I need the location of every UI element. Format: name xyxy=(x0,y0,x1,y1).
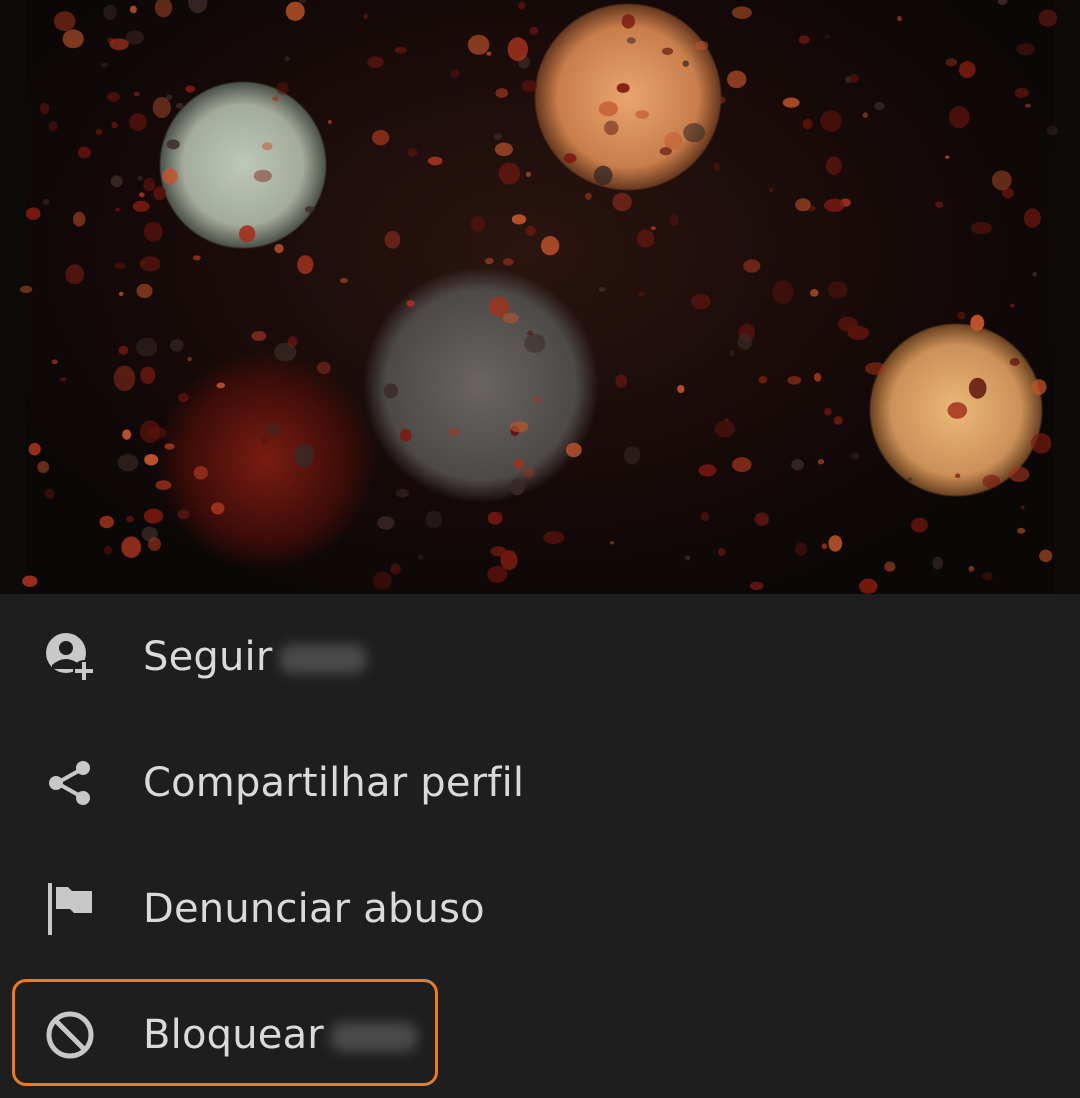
menu-item-share-profile[interactable]: Compartilhar perfil xyxy=(0,720,1080,846)
profile-options-sheet: Seguir Compartilhar perfil Denunciar abu… xyxy=(0,594,1080,1098)
redacted-username xyxy=(329,1022,418,1052)
block-icon xyxy=(42,1007,98,1063)
menu-item-block[interactable]: Bloquear xyxy=(0,972,1080,1098)
menu-item-label: Bloquear xyxy=(143,1012,324,1058)
follow-user-icon xyxy=(42,629,98,685)
redacted-username xyxy=(278,644,367,674)
share-icon xyxy=(42,755,98,811)
menu-item-label: Denunciar abuso xyxy=(143,886,485,932)
cover-droplets xyxy=(20,0,1059,594)
menu-item-follow[interactable]: Seguir xyxy=(0,594,1080,720)
menu-item-label: Compartilhar perfil xyxy=(143,760,525,806)
menu-item-report-abuse[interactable]: Denunciar abuso xyxy=(0,846,1080,972)
profile-cover-image xyxy=(0,0,1080,594)
flag-icon xyxy=(42,881,98,937)
menu-item-label: Seguir xyxy=(143,634,273,680)
